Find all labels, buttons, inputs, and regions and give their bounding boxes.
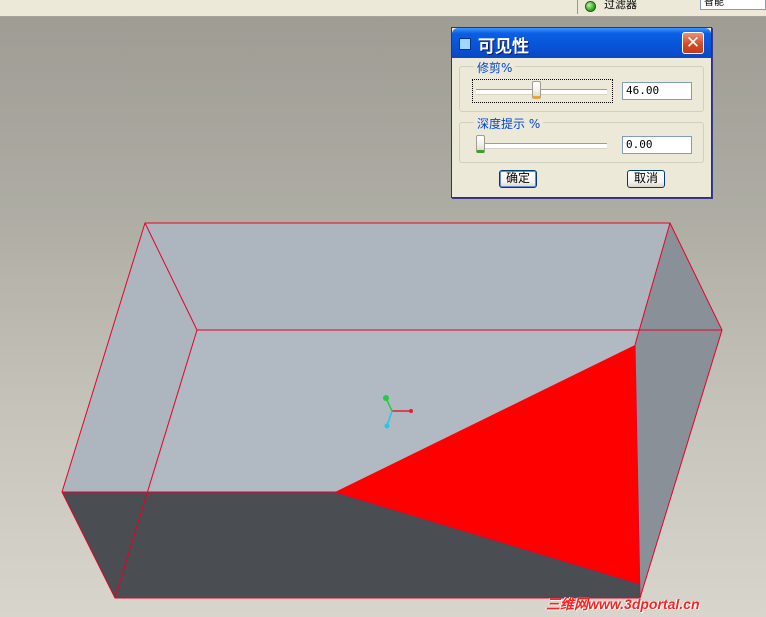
filter-label: 过滤器 [604,0,637,11]
dialog-title: 可见性 [478,37,529,57]
close-icon[interactable]: ✕ [682,32,704,54]
cancel-button[interactable]: 取消 [627,170,665,188]
clip-value-field[interactable]: 46.00 [622,82,692,100]
depth-cue-group-label: 深度提示 % [474,115,544,132]
dialog-app-icon [459,38,471,50]
ok-button[interactable]: 确定 [499,170,537,188]
toolbar-separator [577,0,578,14]
depth-cue-group: 深度提示 % 0.00 [459,115,704,163]
depth-slider-track[interactable] [476,143,607,148]
visibility-dialog: 可见性 ✕ 修剪% 46.00 深度提示 % 0.00 确定 取消 [451,27,712,198]
clip-slider-track[interactable] [476,89,607,94]
depth-slider-thumb[interactable] [476,135,485,153]
watermark: 三维网www.3dportal.cn [546,596,700,612]
clip-slider-thumb[interactable] [532,81,542,99]
clip-group: 修剪% 46.00 [459,59,704,112]
depth-value-field[interactable]: 0.00 [622,136,692,154]
filter-select[interactable]: 智能 [700,0,766,10]
status-green-light-icon [585,1,596,12]
dialog-titlebar[interactable]: 可见性 ✕ [452,28,711,58]
clip-group-label: 修剪% [474,59,516,76]
top-toolbar: 过滤器 智能 [0,0,766,17]
